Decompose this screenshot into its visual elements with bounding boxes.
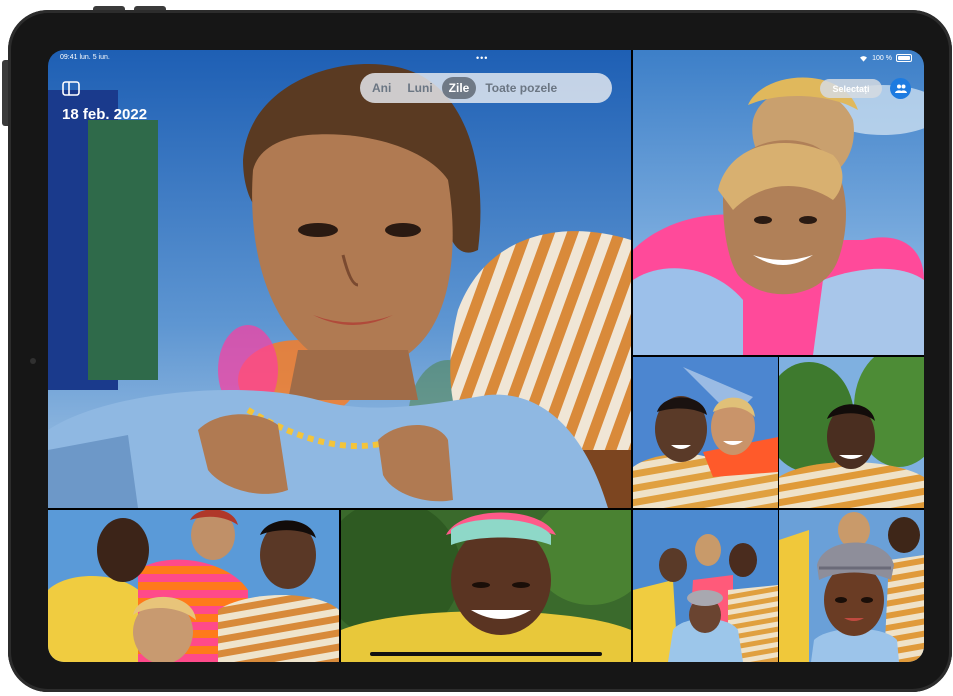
photo-bottom-3[interactable]: [633, 510, 778, 662]
photo-middle-left[interactable]: [633, 357, 778, 508]
photo-bottom-4[interactable]: [779, 510, 924, 662]
date-title: 18 feb. 2022: [62, 106, 148, 123]
people-icon: [894, 84, 907, 93]
photo-bottom-2[interactable]: [341, 510, 631, 662]
status-time: 09:41 lun. 5 iun.: [60, 54, 110, 61]
photo-top-right[interactable]: [633, 50, 924, 355]
home-indicator[interactable]: [370, 652, 602, 656]
battery-level: [898, 56, 910, 60]
select-button[interactable]: Selectați: [820, 79, 882, 98]
sidebar-icon[interactable]: [62, 81, 80, 96]
photos-app-screen: 09:41 lun. 5 iun. ••• 100 % 18 feb. 2022…: [48, 50, 924, 662]
photo-bottom-1[interactable]: [48, 510, 339, 662]
tab-days[interactable]: Zile: [441, 77, 477, 99]
view-segmented-control: Ani Luni Zile Toate pozele: [360, 73, 612, 103]
tab-months[interactable]: Luni: [400, 77, 439, 99]
status-right: 100 %: [859, 54, 912, 62]
people-button[interactable]: [890, 78, 911, 99]
more-dots-icon[interactable]: •••: [476, 53, 488, 63]
battery-percent: 100 %: [872, 54, 892, 62]
tab-years[interactable]: Ani: [365, 77, 398, 99]
wifi-icon: [860, 55, 868, 62]
photo-middle-right[interactable]: [779, 357, 924, 508]
tab-all-photos[interactable]: Toate pozele: [478, 77, 564, 99]
battery-icon: [896, 54, 912, 62]
front-camera: [30, 358, 36, 364]
